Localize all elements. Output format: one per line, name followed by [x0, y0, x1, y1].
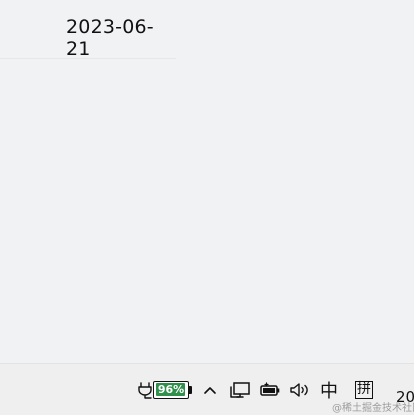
date-header: 2023-06-21: [66, 16, 154, 60]
content-area: [0, 59, 414, 363]
network-icon: [230, 381, 250, 398]
watermark: @稀土掘金技术社区: [332, 403, 414, 414]
battery-status-button[interactable]: [258, 364, 282, 415]
plug-icon: [138, 381, 152, 399]
top-panel: 2023-06-21: [0, 0, 176, 60]
volume-icon: [290, 382, 308, 397]
battery-icon: [260, 381, 280, 396]
network-button[interactable]: [229, 364, 251, 415]
ime-layout-box: 拼: [355, 380, 373, 399]
battery-indicator[interactable]: 96%: [134, 364, 196, 415]
battery-cap: [189, 385, 192, 394]
battery-percent-text: 96%: [157, 382, 185, 396]
chevron-up-icon: [204, 386, 216, 394]
volume-button[interactable]: [288, 364, 312, 415]
show-hidden-icons-button[interactable]: [201, 364, 219, 415]
battery-group: 96%: [137, 379, 193, 401]
